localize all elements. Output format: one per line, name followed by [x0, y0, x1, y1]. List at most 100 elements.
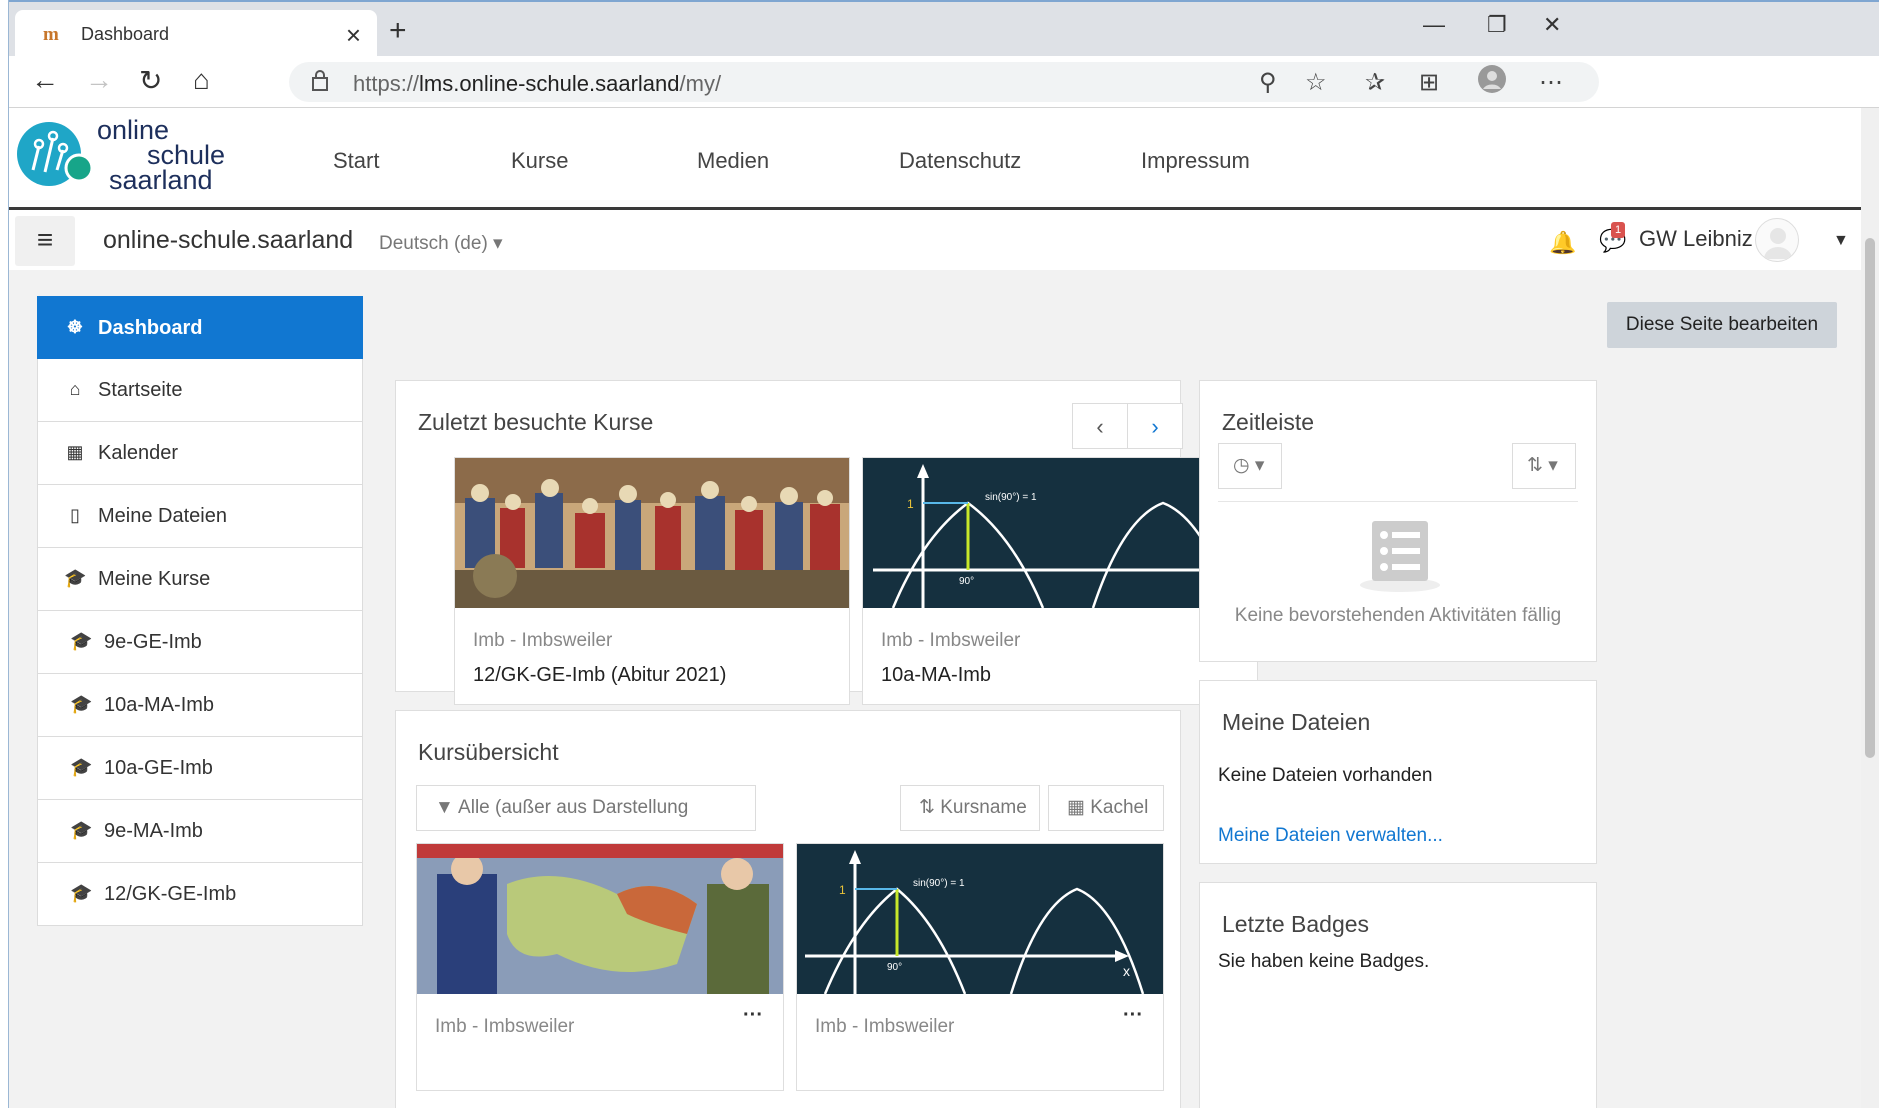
chevron-right-icon: › [1151, 414, 1159, 439]
divider [1218, 501, 1578, 502]
course-image-history [455, 458, 849, 608]
empty-list-icon [1360, 521, 1440, 592]
more-menu-icon[interactable]: ⋯ [1539, 68, 1563, 97]
avatar[interactable] [1755, 218, 1799, 262]
address-bar[interactable]: https://lms.online-schule.saarland/my/ [289, 62, 1599, 102]
course-category: Imb - Imbsweiler [815, 1016, 955, 1037]
drawer-toggle-icon[interactable]: ≡ [15, 216, 75, 266]
course-name[interactable]: 10a-MA-Imb [881, 664, 991, 687]
nav-medien[interactable]: Medien [697, 148, 769, 174]
grid-icon: ▦ [1067, 797, 1085, 818]
scroll-thumb[interactable] [1865, 238, 1875, 758]
language-menu[interactable]: Deutsch (de) ▾ [379, 232, 503, 255]
sort-dropdown[interactable]: ⇅ Kursname ▾ [900, 785, 1040, 862]
home-icon: ⌂ [69, 379, 81, 399]
course-card[interactable]: Imb - Imbsweiler ··· [416, 843, 784, 1091]
nav-impressum[interactable]: Impressum [1141, 148, 1250, 174]
course-category: Imb - Imbsweiler [473, 630, 613, 651]
sidebar-item-kalender[interactable]: ▦ Kalender [37, 422, 363, 485]
sidebar-item-label: Meine Dateien [98, 505, 227, 527]
minimize-icon[interactable]: — [1423, 12, 1445, 38]
block-title: Kursübersicht [418, 739, 559, 765]
edit-page-button[interactable]: Diese Seite bearbeiten [1607, 302, 1837, 348]
sidebar-item-10a-ge-imb[interactable]: 🎓 10a-GE-Imb [37, 737, 363, 800]
forward-icon[interactable]: → [85, 64, 113, 96]
block-title: Letzte Badges [1222, 911, 1370, 937]
favorite-star-icon[interactable]: ☆ [1305, 68, 1327, 97]
window-close-icon[interactable]: ✕ [1543, 12, 1561, 38]
clock-icon: ◷ [1233, 455, 1250, 476]
logo-icon[interactable] [15, 116, 95, 196]
timeline-sort-dropdown[interactable]: ⇅ ▾ [1512, 443, 1576, 489]
user-menu-caret-icon[interactable]: ▼ [1833, 232, 1849, 250]
dashboard-icon: ☸ [66, 317, 84, 337]
course-card[interactable]: Imb - Imbsweiler 12/GK-GE-Imb (Abitur 20… [454, 457, 850, 705]
timeline-block: Zeitleiste ◷ ▾ ⇅ ▾ Keine bevorstehenden … [1199, 380, 1597, 662]
sidebar-item-12-gk-ge-imb[interactable]: 🎓 12/GK-GE-Imb [37, 863, 363, 926]
logo-text[interactable]: online schule saarland [97, 117, 225, 194]
graduation-cap-icon: 🎓 [70, 631, 93, 651]
calendar-icon: ▦ [66, 442, 84, 462]
manage-files-link[interactable]: Meine Dateien verwalten... [1218, 825, 1443, 847]
tab-strip: m Dashboard × + — ❐ ✕ [9, 0, 1879, 58]
profile-icon[interactable] [1477, 64, 1507, 101]
sidebar-item-label: 12/GK-GE-Imb [104, 883, 237, 905]
sidebar-item-label: 9e-GE-Imb [104, 631, 202, 653]
svg-text:1: 1 [839, 883, 846, 897]
sidebar-item-9e-ma-imb[interactable]: 🎓 9e-MA-Imb [37, 800, 363, 863]
sidebar-item-label: Meine Kurse [98, 568, 211, 590]
tab-title: Dashboard [81, 24, 170, 44]
sidebar-item-dashboard[interactable]: ☸ Dashboard [37, 296, 363, 359]
course-menu-icon[interactable]: ··· [1123, 1004, 1143, 1027]
user-name[interactable]: GW Leibniz [1639, 226, 1753, 252]
course-menu-icon[interactable]: ··· [743, 1004, 763, 1027]
graduation-cap-icon: 🎓 [70, 820, 93, 840]
sidebar-item-startseite[interactable]: ⌂ Startseite [37, 359, 363, 422]
sidebar-item-label: 10a-GE-Imb [104, 757, 213, 779]
carousel-next-button[interactable]: › [1127, 403, 1183, 449]
sidebar-item-meine-kurse[interactable]: 🎓 Meine Kurse [37, 548, 363, 611]
favorites-list-icon[interactable]: ✰ [1365, 68, 1385, 97]
home-icon[interactable]: ⌂ [193, 64, 210, 96]
course-image-coldwar [417, 844, 783, 994]
svg-text:1: 1 [907, 497, 914, 511]
site-name[interactable]: online-schule.saarland [103, 226, 353, 255]
back-icon[interactable]: ← [31, 64, 59, 96]
graduation-cap-icon: 🎓 [70, 883, 93, 903]
sidebar-item-10a-ma-imb[interactable]: 🎓 10a-MA-Imb [37, 674, 363, 737]
course-image-sine: 1 sin(90°) = 1 90° x [863, 458, 1257, 608]
zoom-icon[interactable]: ⚲ [1259, 68, 1277, 97]
browser-tab[interactable]: m Dashboard × [15, 10, 377, 58]
restore-icon[interactable]: ❐ [1487, 12, 1507, 38]
timeline-filter-dropdown[interactable]: ◷ ▾ [1218, 443, 1282, 489]
view-dropdown[interactable]: ▦ Kachel ▾ [1048, 785, 1164, 862]
course-name[interactable]: 12/GK-GE-Imb (Abitur 2021) [473, 664, 726, 687]
close-tab-icon[interactable]: × [346, 20, 361, 51]
sidebar-item-9e-ge-imb[interactable]: 🎓 9e-GE-Imb [37, 611, 363, 674]
graduation-cap-icon: 🎓 [64, 568, 87, 588]
svg-text:sin(90°) = 1: sin(90°) = 1 [913, 878, 965, 889]
course-card[interactable]: 1 sin(90°) = 1 90° x Imb - Imbsweiler ··… [796, 843, 1164, 1091]
browser-window: m Dashboard × + — ❐ ✕ ← → ↻ ⌂ https://lm… [8, 0, 1879, 1108]
badges-empty-text: Sie haben keine Badges. [1218, 951, 1430, 972]
filter-dropdown[interactable]: ▼ Alle (außer aus Darstellung entfernte)… [416, 785, 756, 862]
sidebar-item-meine-dateien[interactable]: ▯ Meine Dateien [37, 485, 363, 548]
lock-icon [312, 70, 328, 91]
collections-icon[interactable]: ⊞ [1419, 68, 1439, 97]
graduation-cap-icon: 🎓 [70, 694, 93, 714]
nav-datenschutz[interactable]: Datenschutz [899, 148, 1021, 174]
sidebar-item-label: 9e-MA-Imb [104, 820, 203, 842]
nav-kurse[interactable]: Kurse [511, 148, 568, 174]
course-image-sine: 1 sin(90°) = 1 90° x [797, 844, 1163, 994]
carousel-prev-button[interactable]: ‹ [1072, 403, 1128, 449]
nav-start[interactable]: Start [333, 148, 379, 174]
page-scrollbar[interactable] [1861, 108, 1879, 1108]
sidebar-item-label: Kalender [98, 442, 179, 464]
new-tab-icon[interactable]: + [389, 14, 407, 48]
notifications-bell-icon[interactable]: 🔔 [1549, 230, 1576, 256]
svg-text:90°: 90° [887, 962, 902, 973]
sort-icon: ⇅ [1527, 455, 1543, 476]
file-icon: ▯ [70, 505, 80, 525]
reload-icon[interactable]: ↻ [139, 64, 162, 97]
filter-icon: ▼ [435, 797, 454, 818]
